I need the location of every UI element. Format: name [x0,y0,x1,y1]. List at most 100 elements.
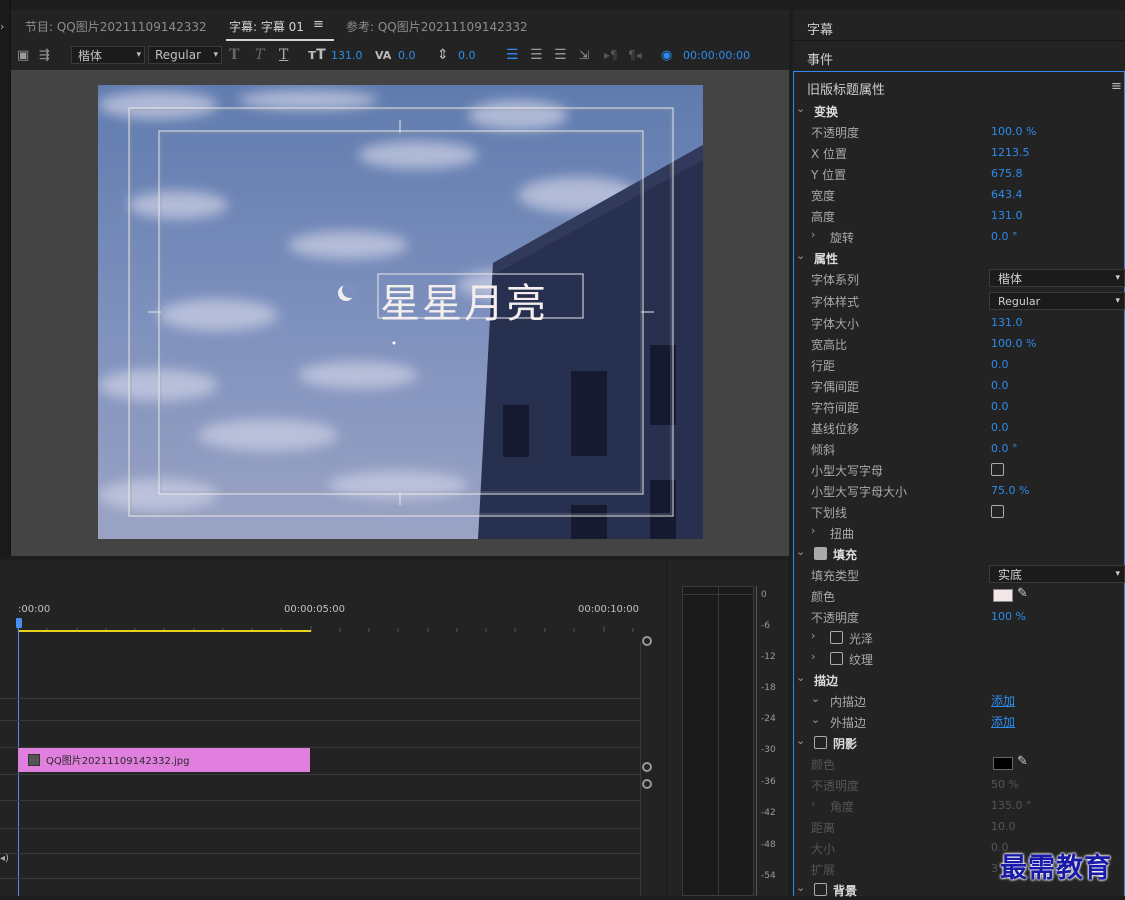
prop-fill-color: 颜色 ✎ [793,585,1125,606]
baseline-shift-icon: ⇕ [437,47,449,63]
prop-value[interactable]: 75.0 % [991,484,1029,497]
prop-texture[interactable]: › 纹理 [793,648,1125,669]
title-tool-icon[interactable]: ▣ [17,43,29,67]
eyedropper-icon[interactable]: ✎ [1017,754,1028,769]
tab-stop-icon[interactable]: ⇲ [579,43,589,67]
prop-label: 小型大写字母 [811,464,884,478]
prop-value[interactable]: 135.0 ° [991,799,1032,812]
prop-label: 字体大小 [811,317,860,331]
text-direction-icon[interactable]: ▸¶ [604,43,618,67]
prop-label: 不透明度 [811,611,860,625]
font-style-select[interactable]: Regular ▾ [989,292,1125,310]
background-video-icon[interactable]: ◉ [661,43,672,67]
font-style-dropdown[interactable]: Regular ▾ [148,46,222,64]
video-frame[interactable]: 星星月亮 [98,85,703,539]
prop-fill-type: 填充类型 实底 ▾ [793,564,1125,585]
prop-value[interactable]: 100.0 % [991,125,1036,138]
align-center-icon[interactable]: ☰ [530,43,543,67]
section-transform[interactable]: ⌄ 变换 [793,100,1125,121]
panel-tab-captions[interactable]: 字幕 [807,19,833,38]
prop-rotation[interactable]: › 旋转 0.0 ° [793,226,1125,247]
props-menu-icon[interactable]: ≡ [1111,79,1122,94]
fill-color-swatch[interactable] [993,589,1013,602]
small-caps-checkbox[interactable] [991,463,1004,476]
section-fill[interactable]: ⌄ 填充 [793,543,1125,564]
bold-icon[interactable]: T [229,43,239,67]
prop-opacity: 不透明度 100.0 % [793,121,1125,142]
panel-menu-icon[interactable]: ≡ [313,17,324,32]
chevron-down-icon: ⌄ [796,249,806,262]
prop-value[interactable]: 0.0 [991,400,1009,413]
prop-value[interactable]: 1213.5 [991,146,1030,159]
prop-font-style: 字体样式 Regular ▾ [793,290,1125,311]
prop-value[interactable]: 0.0 [991,358,1009,371]
scroll-handle[interactable] [642,636,652,646]
prop-value[interactable]: 131.0 [991,316,1023,329]
prop-sheen[interactable]: › 光泽 [793,627,1125,648]
prop-value[interactable]: 50 % [991,778,1019,791]
meter-tick: -42 [761,808,776,818]
prop-distort[interactable]: › 扭曲 [793,522,1125,543]
chevron-down-icon: ⌄ [811,692,821,705]
align-left-icon[interactable]: ☰ [506,43,519,67]
add-outer-stroke-link[interactable]: 添加 [991,713,1015,730]
fill-checkbox[interactable] [814,547,827,560]
prop-value[interactable]: 100.0 % [991,337,1036,350]
prop-value[interactable]: 0.0 ° [991,442,1018,455]
shadow-checkbox[interactable] [814,736,827,749]
tab-program[interactable]: 节目: QQ图片20211109142332 [25,18,207,35]
kerning-icon: VA [375,48,392,62]
background-checkbox[interactable] [814,883,827,896]
prop-label: 基线位移 [811,422,860,436]
align-right-icon[interactable]: ☰ [554,43,567,67]
tab-stops-icon[interactable]: ⇶ [39,43,50,67]
text-direction-rtl-icon[interactable]: ¶◂ [628,43,642,67]
tab-reference[interactable]: 参考: QQ图片20211109142332 [346,18,528,35]
prop-label: 填充类型 [811,569,860,583]
chevron-down-icon: ⌄ [796,102,806,115]
scroll-handle[interactable] [642,779,652,789]
tab-caption[interactable]: 字幕: 字幕 01 [229,18,304,35]
prop-value[interactable]: 0.0 ° [991,230,1018,243]
baseline-shift-value[interactable]: 0.0 [458,43,476,67]
italic-icon[interactable]: T [255,43,264,67]
shadow-color-swatch[interactable] [993,757,1013,770]
track-audio-icon[interactable]: ◂) [0,853,9,864]
texture-checkbox[interactable] [830,652,843,665]
prop-value[interactable]: 0.0 [991,421,1009,434]
section-shadow[interactable]: ⌄ 阴影 [793,732,1125,753]
eyedropper-icon[interactable]: ✎ [1017,586,1028,601]
playhead-handle[interactable] [16,618,22,628]
prop-value[interactable]: 0.0 [991,379,1009,392]
section-properties[interactable]: ⌄ 属性 [793,247,1125,268]
font-family-select[interactable]: 楷体 ▾ [989,269,1125,287]
font-family-value: 楷体 [78,48,103,63]
expand-chevron-icon[interactable]: › [0,20,4,33]
timeline-clip[interactable]: QQ图片20211109142332.jpg [18,748,310,772]
prop-value[interactable]: 675.8 [991,167,1023,180]
underline-icon[interactable]: T [279,43,288,67]
prop-value[interactable]: 643.4 [991,188,1023,201]
font-size-value[interactable]: 131.0 [331,43,363,67]
prop-value[interactable]: 3 [991,862,998,875]
prop-value[interactable]: 10.0 [991,820,1016,833]
scroll-handle[interactable] [642,762,652,772]
fill-type-select[interactable]: 实底 ▾ [989,565,1125,583]
prop-shadow-opacity: 不透明度 50 % [793,774,1125,795]
prop-outer-stroke: ⌄ 外描边 添加 [793,711,1125,732]
prop-value[interactable]: 131.0 [991,209,1023,222]
section-stroke[interactable]: ⌄ 描边 [793,669,1125,690]
kerning-value[interactable]: 0.0 [398,43,416,67]
work-area-bar[interactable] [18,630,311,632]
prop-label: 扭曲 [830,527,855,541]
sheen-checkbox[interactable] [830,631,843,644]
prop-label: 颜色 [811,758,836,772]
chevron-down-icon: ▾ [136,50,141,60]
add-inner-stroke-link[interactable]: 添加 [991,692,1015,709]
underline-checkbox[interactable] [991,505,1004,518]
timecode[interactable]: 00:00:00:00 [683,43,750,67]
prop-value[interactable]: 100 % [991,610,1026,623]
title-text[interactable]: 星星月亮 [380,271,548,329]
font-family-dropdown[interactable]: 楷体 ▾ [71,46,145,64]
panel-tab-events[interactable]: 事件 [807,49,833,68]
